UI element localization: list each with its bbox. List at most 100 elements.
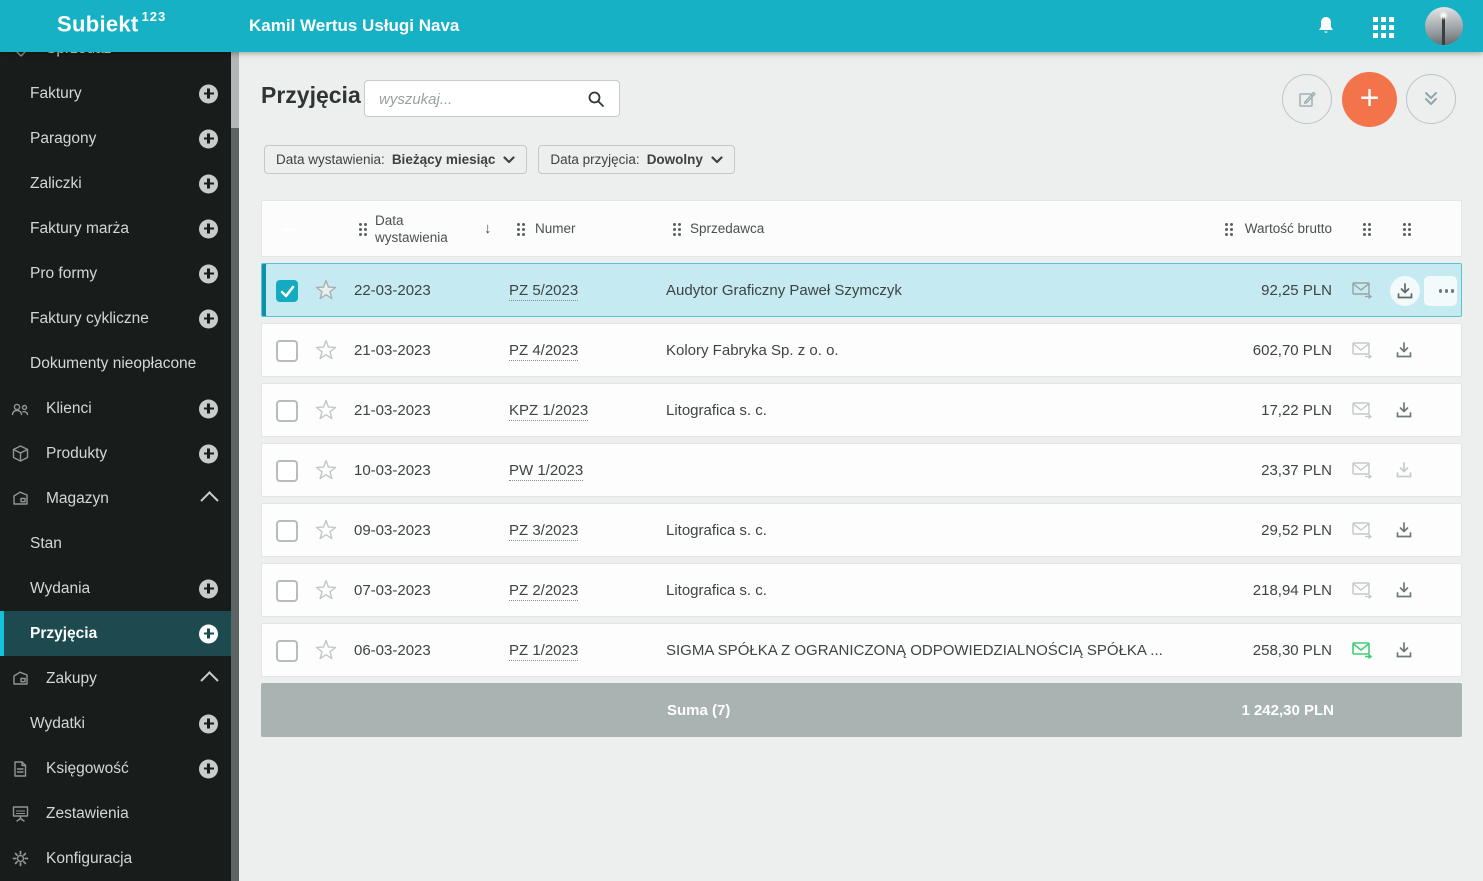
user-avatar[interactable] <box>1425 7 1463 45</box>
sidebar-item-konfiguracja[interactable]: Konfiguracja <box>0 836 231 881</box>
sidebar-item-faktury-marza[interactable]: Faktury marża <box>0 206 231 251</box>
document-number-link[interactable]: PZ 2/2023 <box>509 582 579 601</box>
star-icon[interactable] <box>315 399 337 425</box>
send-email-icon[interactable] <box>1352 342 1373 363</box>
add-circle-icon[interactable] <box>199 759 218 778</box>
add-document-button[interactable]: + <box>1342 72 1397 127</box>
table-row[interactable]: 21-03-2023 PZ 4/2023 Kolory Fabryka Sp. … <box>261 323 1462 377</box>
sidebar-item-klienci[interactable]: Klienci <box>0 386 231 431</box>
add-circle-icon[interactable] <box>199 399 218 418</box>
sidebar-item-faktury-cykliczne[interactable]: Faktury cykliczne <box>0 296 231 341</box>
column-header-number[interactable]: Numer <box>535 221 576 236</box>
add-circle-icon[interactable] <box>199 219 218 238</box>
table-row[interactable]: 10-03-2023 PW 1/2023 23,37 PLN <box>261 443 1462 497</box>
sidebar-item-zestawienia[interactable]: Zestawienia <box>0 791 231 836</box>
sidebar-item-pro-formy[interactable]: Pro formy <box>0 251 231 296</box>
row-checkbox[interactable] <box>276 460 298 482</box>
sidebar-item-faktury[interactable]: Faktury <box>0 71 231 116</box>
sidebar-item-stan[interactable]: Stan <box>0 521 231 566</box>
add-circle-icon[interactable] <box>199 309 218 328</box>
download-icon[interactable] <box>1395 401 1413 423</box>
column-header-date[interactable]: Data wystawienia <box>375 212 461 246</box>
sidebar-item-wydatki[interactable]: Wydatki <box>0 701 231 746</box>
search-box <box>364 80 620 117</box>
filter-receipt-date[interactable]: Data przyjęcia: Dowolny <box>538 145 735 174</box>
column-drag-handle[interactable] <box>359 223 362 226</box>
more-actions-button[interactable] <box>1424 276 1457 306</box>
send-email-icon[interactable] <box>1352 402 1373 423</box>
download-icon[interactable] <box>1395 641 1413 663</box>
star-icon[interactable] <box>315 579 337 605</box>
apps-grid-button[interactable] <box>1369 13 1395 39</box>
column-header-seller[interactable]: Sprzedawca <box>690 221 764 236</box>
chevron-up-icon[interactable] <box>200 490 219 509</box>
search-icon[interactable] <box>587 90 605 108</box>
send-email-icon[interactable] <box>1352 582 1373 603</box>
send-email-icon[interactable] <box>1352 282 1373 303</box>
sidebar-item-dokumenty-nieoplacone[interactable]: Dokumenty nieopłacone <box>0 341 231 386</box>
download-icon[interactable] <box>1395 521 1413 543</box>
add-circle-icon[interactable] <box>199 84 218 103</box>
sidebar-item-magazyn[interactable]: Magazyn <box>0 476 231 521</box>
document-number-link[interactable]: PZ 4/2023 <box>509 342 579 361</box>
add-circle-icon[interactable] <box>199 624 218 643</box>
document-number-link[interactable]: KPZ 1/2023 <box>509 402 589 421</box>
row-checkbox[interactable] <box>276 340 298 362</box>
download-button[interactable] <box>1390 276 1420 306</box>
sidebar-scrollbar[interactable] <box>231 52 239 881</box>
add-circle-icon[interactable] <box>199 714 218 733</box>
send-email-icon[interactable] <box>1352 462 1373 483</box>
document-number-link[interactable]: PZ 3/2023 <box>509 522 579 541</box>
row-checkbox[interactable] <box>276 580 298 602</box>
column-drag-handle[interactable] <box>517 223 520 226</box>
add-circle-icon[interactable] <box>199 264 218 283</box>
star-icon[interactable] <box>315 459 337 485</box>
row-checkbox[interactable] <box>276 520 298 542</box>
sidebar-item-paragony[interactable]: Paragony <box>0 116 231 161</box>
star-icon[interactable] <box>315 519 337 545</box>
sidebar-item-zaliczki[interactable]: Zaliczki <box>0 161 231 206</box>
sidebar-item-wydania[interactable]: Wydania <box>0 566 231 611</box>
search-input[interactable] <box>377 85 581 114</box>
expand-all-button[interactable] <box>1406 74 1456 124</box>
column-drag-handle[interactable] <box>1225 223 1228 226</box>
row-checkbox[interactable] <box>276 400 298 422</box>
edit-button[interactable] <box>1282 74 1332 124</box>
sort-descending-icon[interactable]: ↓ <box>484 220 492 237</box>
row-date: 07-03-2023 <box>354 582 431 599</box>
send-email-icon[interactable] <box>1352 522 1373 543</box>
download-icon[interactable] <box>1395 341 1413 363</box>
table-row[interactable]: 21-03-2023 KPZ 1/2023 Litografica s. c. … <box>261 383 1462 437</box>
document-number-link[interactable]: PZ 5/2023 <box>509 282 579 301</box>
star-icon[interactable] <box>315 279 337 305</box>
document-number-link[interactable]: PZ 1/2023 <box>509 642 579 661</box>
download-icon[interactable] <box>1395 581 1413 603</box>
table-row[interactable]: 06-03-2023 PZ 1/2023 SIGMA SPÓŁKA Z OGRA… <box>261 623 1462 677</box>
app-logo[interactable]: Subiekt 123 <box>57 9 165 37</box>
sidebar-item-produkty[interactable]: Produkty <box>0 431 231 476</box>
add-circle-icon[interactable] <box>199 174 218 193</box>
add-circle-icon[interactable] <box>199 129 218 148</box>
add-circle-icon[interactable] <box>199 579 218 598</box>
notifications-button[interactable] <box>1313 13 1339 39</box>
column-header-gross[interactable]: Wartość brutto <box>1245 221 1332 236</box>
email-sent-icon[interactable] <box>1352 642 1373 663</box>
star-icon[interactable] <box>315 339 337 365</box>
sidebar-item-ksiegowosc[interactable]: Księgowość <box>0 746 231 791</box>
column-drag-handle[interactable] <box>1363 223 1366 226</box>
table-row[interactable]: 22-03-2023 PZ 5/2023 Audytor Graficzny P… <box>261 263 1462 317</box>
column-drag-handle[interactable] <box>673 223 676 226</box>
table-row[interactable]: 09-03-2023 PZ 3/2023 Litografica s. c. 2… <box>261 503 1462 557</box>
filter-issue-date[interactable]: Data wystawienia: Bieżący miesiąc <box>264 145 528 174</box>
add-circle-icon[interactable] <box>199 444 218 463</box>
sidebar-item-zakupy[interactable]: Zakupy <box>0 656 231 701</box>
table-row[interactable]: 07-03-2023 PZ 2/2023 Litografica s. c. 2… <box>261 563 1462 617</box>
sidebar-scrollbar-thumb[interactable] <box>231 52 239 128</box>
document-number-link[interactable]: PW 1/2023 <box>509 462 584 481</box>
star-icon[interactable] <box>315 639 337 665</box>
row-checkbox-checked[interactable] <box>276 280 298 302</box>
row-checkbox[interactable] <box>276 640 298 662</box>
sidebar-item-przyjecia[interactable]: Przyjęcia <box>0 611 231 656</box>
column-drag-handle[interactable] <box>1403 223 1406 226</box>
chevron-up-icon[interactable] <box>200 670 219 689</box>
